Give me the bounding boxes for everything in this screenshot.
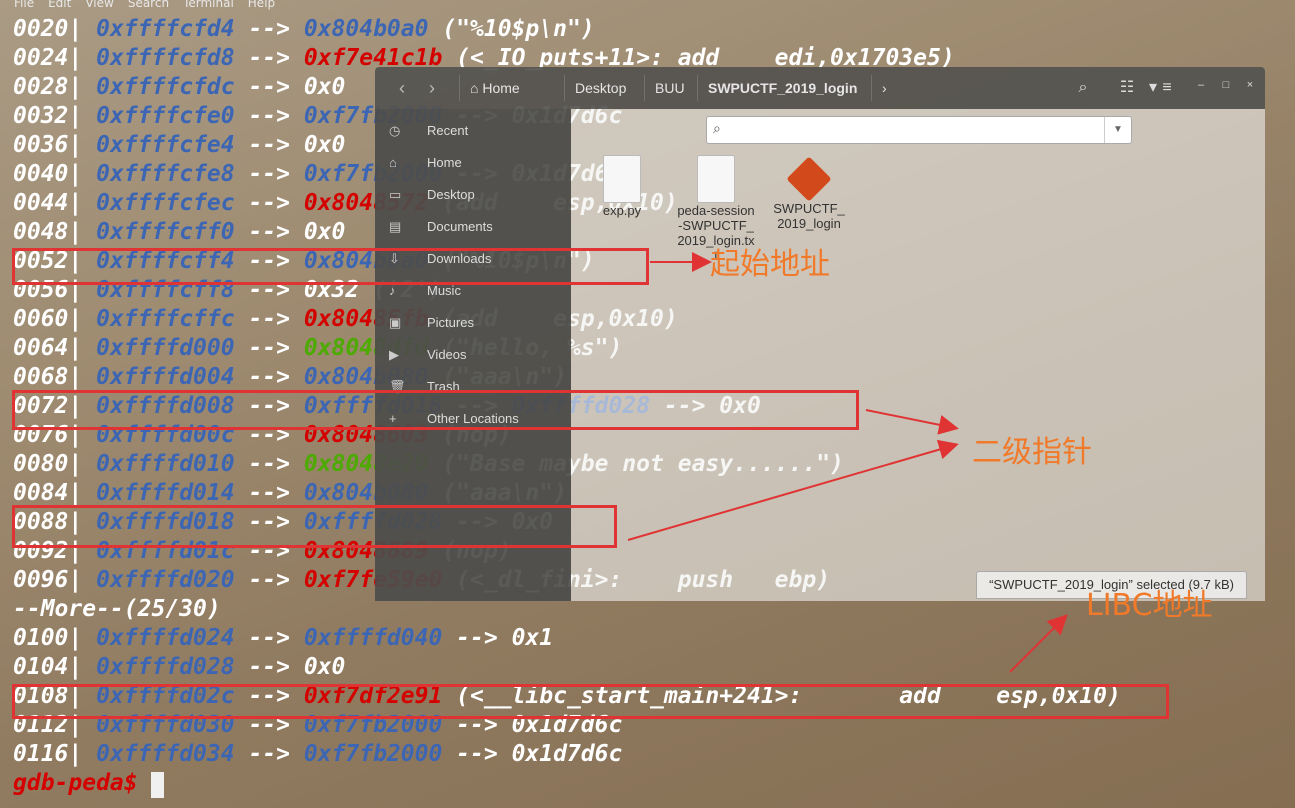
annotation-arrows <box>627 252 1068 673</box>
annotation-double-pointer: 二级指针 <box>972 435 1092 470</box>
annotation-start-address: 起始地址 <box>710 247 830 282</box>
annotation-libc-address: LIBC地址 <box>1086 588 1213 623</box>
